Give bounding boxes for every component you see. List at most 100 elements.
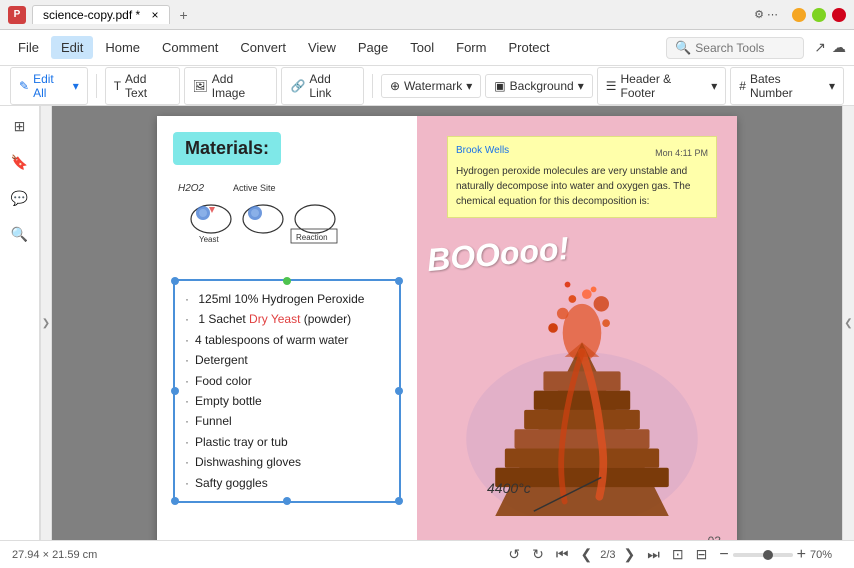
page-navigation: ↺ ↻ ⏮ ❮ 2/3 ❯ ⏭ ⊡ ⊟ [504, 546, 711, 563]
add-image-button[interactable]: 🖼 Add Image [184, 67, 278, 105]
bates-number-button[interactable]: # Bates Number ▾ [730, 67, 844, 105]
handle-mr[interactable] [395, 387, 403, 395]
page-first-button[interactable]: ⏮ [552, 546, 573, 563]
title-bar-left: P science-copy.pdf * × + [8, 5, 196, 25]
search-input[interactable] [695, 41, 795, 55]
volcano-area: 4400°c [437, 246, 727, 526]
pdf-viewer[interactable]: Materials: H2O2 Active Site [52, 106, 842, 540]
share-icon[interactable]: ↗ [814, 39, 826, 56]
pdf-right-side: Brook Wells Mon 4:11 PM Hydrogen peroxid… [417, 116, 737, 540]
zoom-control: − + 70% [719, 546, 842, 564]
add-image-icon: 🖼 [193, 79, 208, 93]
watermark-button[interactable]: ⊕ Watermark ▾ [381, 74, 481, 98]
search-box[interactable]: 🔍 [666, 37, 804, 59]
background-chevron: ▾ [578, 79, 584, 93]
handle-tr[interactable] [395, 277, 403, 285]
header-footer-button[interactable]: ☰ Header & Footer ▾ [597, 67, 727, 105]
menu-form[interactable]: Form [446, 36, 496, 59]
tab-bar: science-copy.pdf * × + [32, 5, 196, 25]
add-text-button[interactable]: T Add Text [105, 67, 180, 105]
window-controls: ⚙ ⋯ [754, 8, 846, 22]
minimize-button[interactable] [792, 8, 806, 22]
page-next-button[interactable]: ❯ [620, 546, 640, 563]
handle-bl[interactable] [171, 497, 179, 505]
handle-tl[interactable] [171, 277, 179, 285]
search-icon: 🔍 [675, 40, 691, 56]
right-collapse-handle[interactable]: ❮ [842, 106, 854, 540]
list-item: Empty bottle [185, 391, 389, 411]
materials-list: 125ml 10% Hydrogen Peroxide 1 Sachet Dry… [173, 279, 401, 503]
cloud-icon[interactable]: ☁ [832, 39, 846, 56]
menu-edit[interactable]: Edit [51, 36, 93, 59]
zoom-in-button[interactable]: + [797, 546, 806, 564]
watermark-chevron: ▾ [466, 79, 472, 93]
menu-convert[interactable]: Convert [230, 36, 296, 59]
zoom-out-button[interactable]: − [719, 546, 728, 564]
edit-all-button[interactable]: ✎ Edit All ▾ [10, 67, 88, 105]
add-link-button[interactable]: 🔗 Add Link [281, 67, 364, 105]
page-rotate-left-button[interactable]: ↺ [504, 546, 524, 563]
menu-bar: File Edit Home Comment Convert View Page… [0, 30, 854, 66]
close-button[interactable] [832, 8, 846, 22]
zoom-thumb [763, 550, 773, 560]
background-button[interactable]: ▣ Background ▾ [485, 74, 592, 98]
page-prev-button[interactable]: ❮ [576, 546, 596, 563]
zoom-slider[interactable] [733, 553, 793, 557]
nav-pages-icon[interactable]: ⊞ [8, 114, 32, 138]
temperature-label: 4400°c [487, 480, 531, 496]
list-item: 125ml 10% Hydrogen Peroxide [185, 289, 389, 309]
add-text-icon: T [114, 79, 121, 93]
menu-protect[interactable]: Protect [498, 36, 559, 59]
handle-top-mid[interactable] [283, 277, 291, 285]
pdf-page: Materials: H2O2 Active Site [157, 116, 737, 540]
page-rotate-right-button[interactable]: ↻ [528, 546, 548, 563]
annotation-author: Brook Wells [456, 145, 509, 156]
app-icon: P [8, 6, 26, 24]
new-tab-button[interactable]: + [172, 5, 196, 25]
materials-title: Materials: [173, 132, 281, 165]
menu-file[interactable]: File [8, 36, 49, 59]
left-collapse-handle[interactable]: ❯ [40, 106, 52, 540]
bates-icon: # [739, 79, 746, 93]
header-footer-chevron: ▾ [711, 79, 717, 93]
menu-page[interactable]: Page [348, 36, 398, 59]
page-number: 03 [708, 534, 721, 540]
svg-text:H2O2: H2O2 [178, 183, 205, 194]
toolbar: ✎ Edit All ▾ T Add Text 🖼 Add Image 🔗 Ad… [0, 66, 854, 106]
nav-comments-icon[interactable]: 💬 [8, 186, 32, 210]
pdf-left-side: Materials: H2O2 Active Site [157, 116, 417, 540]
fit-width-button[interactable]: ⊟ [692, 546, 712, 563]
list-item: Food color [185, 371, 389, 391]
status-bar: 27.94 × 21.59 cm ↺ ↻ ⏮ ❮ 2/3 ❯ ⏭ ⊡ ⊟ − +… [0, 540, 854, 568]
status-right: ↺ ↻ ⏮ ❮ 2/3 ❯ ⏭ ⊡ ⊟ − + 70% [504, 546, 842, 564]
list-item: Plastic tray or tub [185, 432, 389, 452]
page-indicator: 2/3 [600, 549, 615, 561]
list-item: Safty goggles [185, 473, 389, 493]
annotation-box: Brook Wells Mon 4:11 PM Hydrogen peroxid… [447, 136, 717, 218]
handle-br[interactable] [395, 497, 403, 505]
header-footer-icon: ☰ [606, 79, 617, 93]
page-last-button[interactable]: ⏭ [643, 546, 664, 563]
menu-comment[interactable]: Comment [152, 36, 228, 59]
svg-text:Active Site: Active Site [233, 183, 276, 193]
list-item: Funnel [185, 411, 389, 431]
maximize-button[interactable] [812, 8, 826, 22]
nav-search-icon[interactable]: 🔍 [8, 222, 32, 246]
tab-close-button[interactable]: × [152, 8, 159, 22]
left-panel: ⊞ 🔖 💬 🔍 [0, 106, 40, 540]
list-item: 4 tablespoons of warm water [185, 330, 389, 350]
handle-ml[interactable] [171, 387, 179, 395]
svg-text:Reaction: Reaction [296, 233, 328, 242]
edit-all-chevron: ▾ [73, 79, 79, 93]
fit-page-button[interactable]: ⊡ [668, 546, 688, 563]
menu-tool[interactable]: Tool [400, 36, 444, 59]
bates-chevron: ▾ [829, 79, 835, 93]
handle-bm[interactable] [283, 497, 291, 505]
menu-home[interactable]: Home [95, 36, 150, 59]
edit-icon: ✎ [19, 79, 29, 93]
add-link-icon: 🔗 [290, 79, 305, 93]
background-icon: ▣ [494, 79, 505, 93]
active-tab[interactable]: science-copy.pdf * × [32, 5, 170, 24]
nav-bookmarks-icon[interactable]: 🔖 [8, 150, 32, 174]
menu-view[interactable]: View [298, 36, 346, 59]
